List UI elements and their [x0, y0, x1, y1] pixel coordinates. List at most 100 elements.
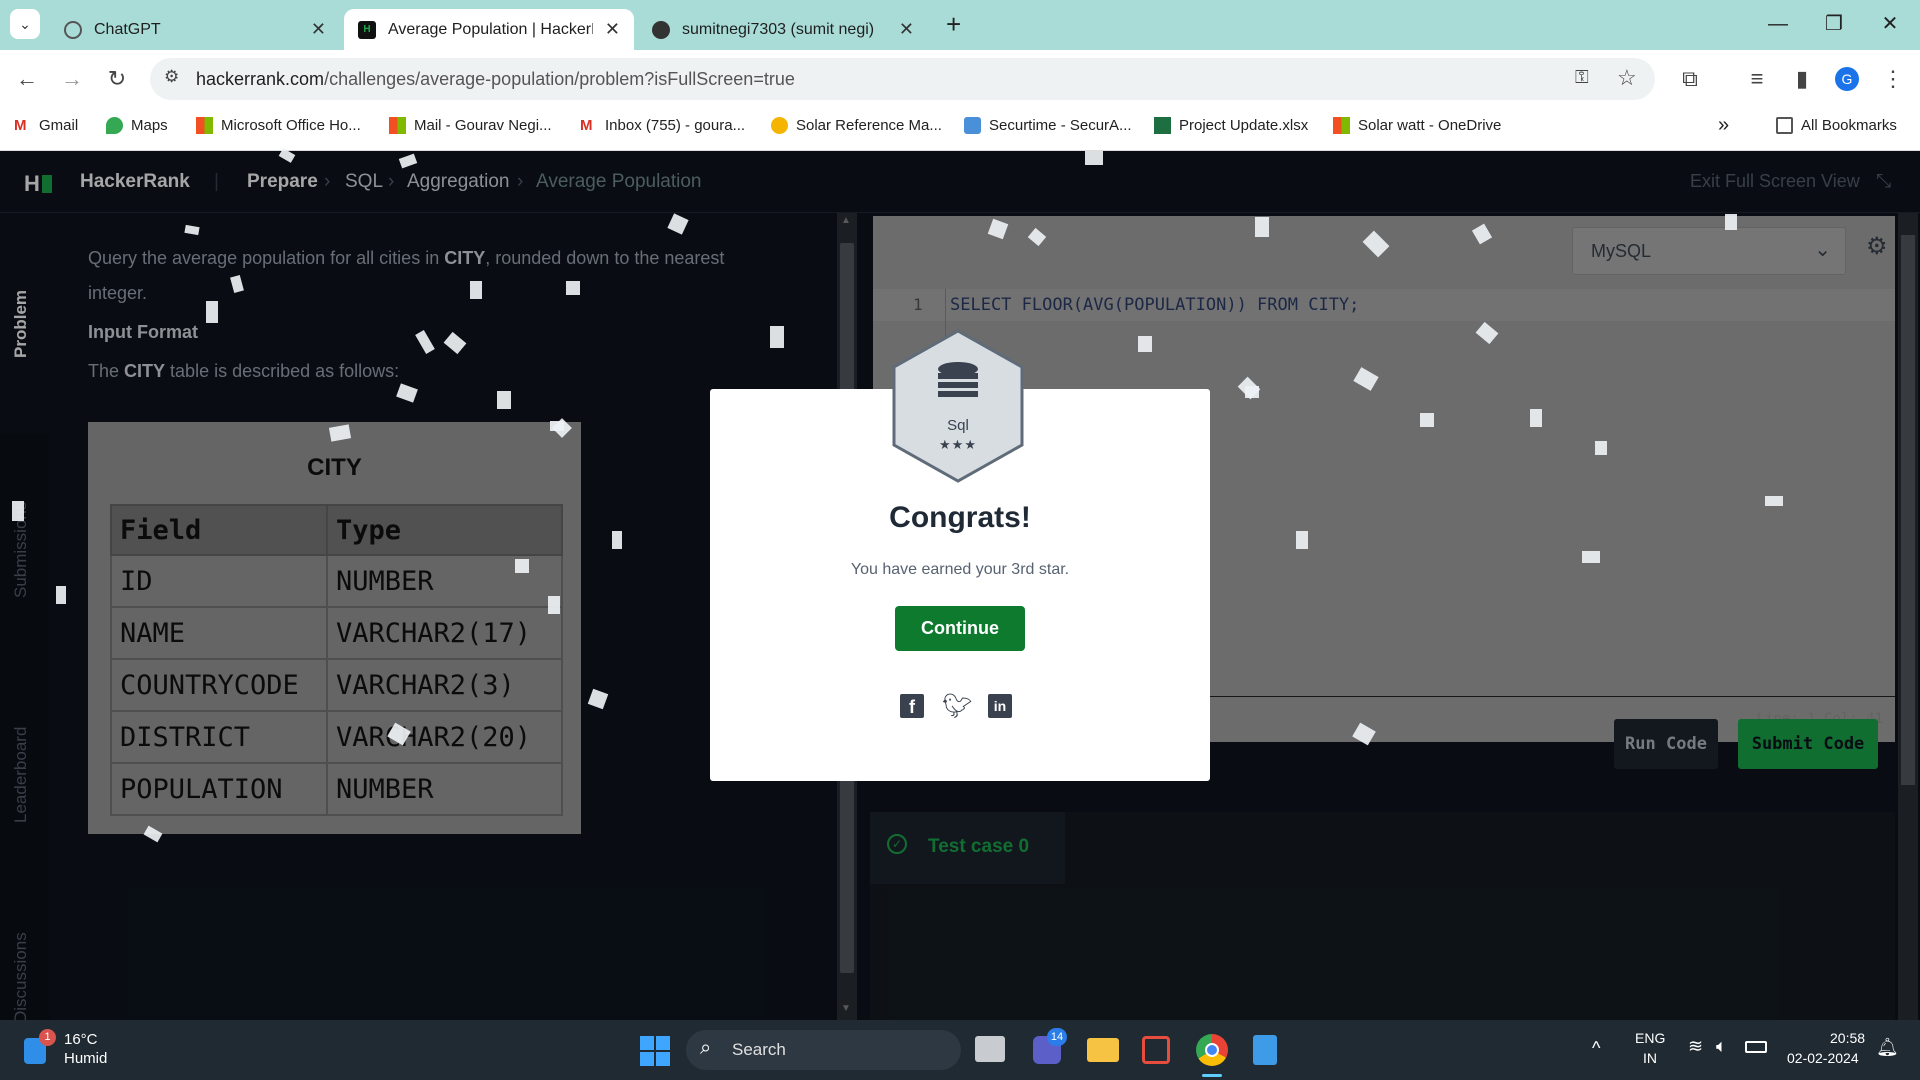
tab-chatgpt[interactable]: ChatGPT ✕ [50, 9, 340, 50]
back-icon[interactable]: ← [10, 62, 44, 96]
tab-title: ChatGPT [94, 20, 161, 38]
sql-badge: Sql ★★★ [888, 327, 1028, 487]
forward-icon[interactable]: → [55, 62, 89, 96]
continue-button[interactable]: Continue [895, 606, 1025, 651]
badge-label: Sql [947, 417, 969, 434]
bookmarks-overflow-icon[interactable]: » [1718, 114, 1729, 137]
microsoft-icon [389, 117, 406, 134]
side-panel-icon[interactable]: ▮ [1785, 62, 1819, 96]
url-text: hackerrank.com/challenges/average-popula… [196, 69, 795, 89]
profile-avatar[interactable]: G [1835, 67, 1859, 91]
bookmark-star-icon[interactable]: ☆ [1617, 65, 1637, 91]
microsoft-icon [1333, 117, 1350, 134]
windows-taskbar: 1 16°C Humid ⌕ Search 14 ^ ENG IN ≋ 🔈︎ 2… [0, 1020, 1920, 1080]
address-bar[interactable]: ⚙ hackerrank.com/challenges/average-popu… [150, 58, 1655, 100]
hackerrank-favicon: H [358, 20, 376, 39]
bookmark-label: All Bookmarks [1801, 117, 1897, 134]
bookmark-label: Microsoft Office Ho... [221, 117, 361, 134]
hexagon-badge-icon [892, 329, 1024, 483]
chrome-icon[interactable] [1196, 1034, 1228, 1066]
search-label: Search [732, 1040, 786, 1059]
facebook-icon[interactable]: f [900, 694, 924, 718]
volume-icon[interactable]: 🔈︎ [1716, 1036, 1727, 1057]
task-view-icon[interactable] [975, 1036, 1005, 1062]
browser-tab-strip: ⌄ ChatGPT ✕ H Average Population | Hacke… [0, 0, 1920, 50]
battery-icon[interactable] [1745, 1041, 1767, 1053]
taskbar-search[interactable]: ⌕ Search [686, 1030, 961, 1070]
modal-message: You have earned your 3rd star. [850, 561, 1070, 578]
weather-widget[interactable]: 1 16°C Humid [18, 1028, 128, 1072]
excel-icon [1154, 117, 1171, 134]
close-tab-icon[interactable]: ✕ [605, 19, 620, 40]
active-app-indicator [1202, 1074, 1222, 1077]
media-icon[interactable]: ≡ [1740, 62, 1774, 96]
bookmark-label: Gmail [39, 117, 79, 134]
bookmark-label: Project Update.xlsx [1179, 117, 1309, 134]
tab-title: sumitnegi7303 (sumit negi) [682, 20, 875, 38]
notepad-icon[interactable] [1253, 1035, 1277, 1065]
tab-search-button[interactable]: ⌄ [10, 9, 40, 39]
shield-icon [964, 117, 981, 134]
language-top[interactable]: ENG [1635, 1030, 1665, 1046]
bookmark-solarwatt[interactable]: Solar watt - OneDrive [1333, 117, 1501, 134]
tab-github[interactable]: sumitnegi7303 (sumit negi) ✕ [638, 9, 928, 50]
windows-start-icon[interactable] [640, 1036, 670, 1066]
gmail-icon: M [580, 117, 593, 134]
teams-icon[interactable]: 14 [1033, 1028, 1067, 1064]
gmail-icon: M [14, 117, 27, 134]
tab-title: Average Population | HackerRank [388, 20, 593, 38]
bookmark-solar-ref[interactable]: Solar Reference Ma... [771, 117, 942, 134]
folder-icon [1776, 117, 1793, 134]
file-explorer-icon[interactable] [1087, 1038, 1119, 1062]
github-icon [652, 20, 670, 39]
maps-pin-icon [106, 117, 123, 134]
bookmark-label: Securtime - SecurA... [989, 117, 1132, 134]
chatgpt-icon [64, 20, 82, 39]
restore-icon[interactable]: ❐ [1814, 8, 1854, 40]
language-bottom[interactable]: IN [1643, 1050, 1657, 1066]
close-tab-icon[interactable]: ✕ [899, 19, 914, 40]
close-tab-icon[interactable]: ✕ [311, 19, 326, 40]
weather-desc: Humid [64, 1050, 108, 1067]
teams-badge: 14 [1047, 1028, 1067, 1046]
site-info-icon[interactable]: ⚙ [164, 67, 179, 87]
new-tab-button[interactable]: + [946, 9, 961, 40]
bookmark-project[interactable]: Project Update.xlsx [1154, 117, 1308, 134]
reload-icon[interactable]: ↻ [100, 62, 134, 96]
close-window-icon[interactable]: ✕ [1870, 8, 1910, 40]
bookmark-label: Solar Reference Ma... [796, 117, 942, 134]
badge-stars: ★★★ [939, 437, 977, 452]
congrats-modal: Sql ★★★ Congrats! You have earned your 3… [710, 329, 1210, 781]
weather-temp: 16°C [64, 1031, 98, 1048]
show-hidden-icons[interactable]: ^ [1592, 1038, 1600, 1059]
extensions-icon[interactable]: ⧉ [1673, 62, 1707, 96]
password-key-icon[interactable]: ⚿ [1575, 67, 1589, 88]
browser-toolbar: ← → ↻ ⚙ hackerrank.com/challenges/averag… [0, 50, 1920, 107]
snipping-tool-icon[interactable] [1142, 1036, 1170, 1064]
bookmark-label: Mail - Gourav Negi... [414, 117, 552, 134]
wifi-icon[interactable]: ≋ [1688, 1036, 1703, 1057]
bookmark-maps[interactable]: Maps [106, 117, 168, 134]
bookmarks-bar: M Gmail Maps Microsoft Office Ho... Mail … [0, 107, 1920, 151]
clock-date[interactable]: 02-02-2024 [1787, 1050, 1859, 1066]
clock-time[interactable]: 20:58 [1830, 1030, 1865, 1046]
microsoft-icon [196, 117, 213, 134]
all-bookmarks[interactable]: All Bookmarks [1776, 117, 1897, 134]
bookmark-inbox[interactable]: M Inbox (755) - goura... [580, 117, 745, 134]
bookmark-mail[interactable]: Mail - Gourav Negi... [389, 117, 552, 134]
solar-icon [771, 117, 788, 134]
bookmark-label: Solar watt - OneDrive [1358, 117, 1502, 134]
linkedin-icon[interactable]: in [988, 694, 1012, 718]
bookmark-securtime[interactable]: Securtime - SecurA... [964, 117, 1132, 134]
tab-hackerrank[interactable]: H Average Population | HackerRank ✕ [344, 9, 634, 50]
twitter-icon[interactable]: 🐦︎ [942, 692, 972, 721]
menu-kebab-icon[interactable]: ⋮ [1876, 62, 1910, 96]
search-icon: ⌕ [700, 1037, 712, 1059]
notification-bell-icon[interactable]: 🔔︎ [1876, 1037, 1899, 1058]
modal-title: Congrats! [889, 501, 1031, 534]
bookmark-gmail[interactable]: M Gmail [14, 117, 78, 134]
bookmark-office[interactable]: Microsoft Office Ho... [196, 117, 361, 134]
weather-badge: 1 [39, 1029, 56, 1046]
bookmark-label: Inbox (755) - goura... [605, 117, 746, 134]
minimize-icon[interactable]: — [1758, 8, 1798, 40]
